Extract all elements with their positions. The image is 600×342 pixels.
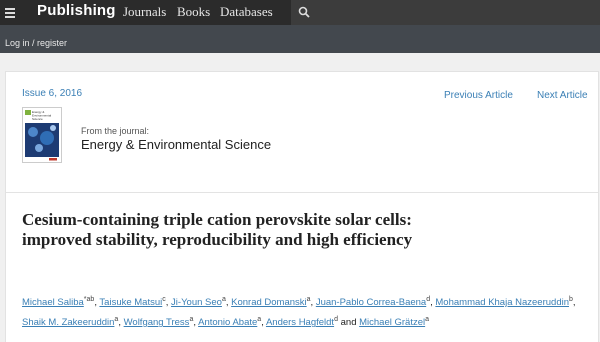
author-link[interactable]: Konrad Domanski bbox=[231, 297, 307, 308]
login-register-link[interactable]: Log in / register bbox=[5, 38, 67, 48]
article-title: Cesium-containing triple cation perovski… bbox=[22, 210, 413, 249]
author-link[interactable]: Michael Grätzel bbox=[359, 317, 425, 328]
search-box[interactable] bbox=[291, 0, 600, 25]
affiliation-marker[interactable]: a bbox=[307, 296, 311, 303]
author-link[interactable]: Ji-Youn Seo bbox=[171, 297, 222, 308]
journal-name[interactable]: Energy & Environmental Science bbox=[81, 137, 271, 152]
journal-cover-art: Energy & Environmental Science bbox=[23, 108, 61, 162]
author-list: Michael Saliba*ab, Taisuke Matsuic, Ji-Y… bbox=[22, 296, 576, 329]
affiliation-marker[interactable]: a bbox=[257, 316, 261, 323]
affiliation-marker[interactable]: c bbox=[162, 296, 166, 303]
affiliation-marker[interactable]: a bbox=[425, 316, 429, 323]
next-article-link[interactable]: Next Article bbox=[537, 90, 588, 101]
divider bbox=[6, 192, 598, 193]
nav-journals[interactable]: Journals bbox=[123, 4, 166, 20]
affiliation-marker[interactable]: *ab bbox=[84, 296, 95, 303]
brand-logo[interactable]: Publishing bbox=[37, 2, 116, 19]
author-link[interactable]: Shaik M. Zakeeruddin bbox=[22, 317, 114, 328]
issue-link[interactable]: Issue 6, 2016 bbox=[22, 88, 82, 99]
top-navigation: Publishing Journals Books Databases bbox=[0, 0, 600, 25]
author-link[interactable]: Wolfgang Tress bbox=[124, 317, 190, 328]
author-link[interactable]: Michael Saliba bbox=[22, 297, 84, 308]
svg-text:Science: Science bbox=[32, 117, 43, 121]
author-link[interactable]: Mohammad Khaja Nazeeruddin bbox=[435, 297, 569, 308]
author-link[interactable]: Juan-Pablo Correa-Baena bbox=[316, 297, 426, 308]
author-link[interactable]: Taisuke Matsui bbox=[99, 297, 162, 308]
account-bar: Log in / register bbox=[0, 25, 600, 53]
affiliation-marker[interactable]: d bbox=[426, 296, 430, 303]
author-link[interactable]: Anders Hagfeldt bbox=[266, 317, 334, 328]
nav-books[interactable]: Books bbox=[177, 4, 210, 20]
search-icon[interactable] bbox=[298, 6, 310, 18]
from-journal-label: From the journal: bbox=[81, 126, 150, 136]
affiliation-marker[interactable]: a bbox=[222, 296, 226, 303]
and-word: and bbox=[340, 317, 357, 329]
affiliation-marker[interactable]: a bbox=[114, 316, 118, 323]
affiliation-marker[interactable]: d bbox=[334, 316, 338, 323]
nav-databases[interactable]: Databases bbox=[220, 4, 273, 20]
article-card: Issue 6, 2016 Previous Article Next Arti… bbox=[5, 71, 599, 342]
journal-cover-image[interactable]: Energy & Environmental Science bbox=[22, 107, 62, 163]
menu-icon[interactable] bbox=[5, 8, 17, 18]
affiliation-marker[interactable]: b bbox=[569, 296, 573, 303]
author-link[interactable]: Antonio Abate bbox=[198, 317, 257, 328]
affiliation-marker[interactable]: a bbox=[189, 316, 193, 323]
previous-article-link[interactable]: Previous Article bbox=[444, 90, 513, 101]
